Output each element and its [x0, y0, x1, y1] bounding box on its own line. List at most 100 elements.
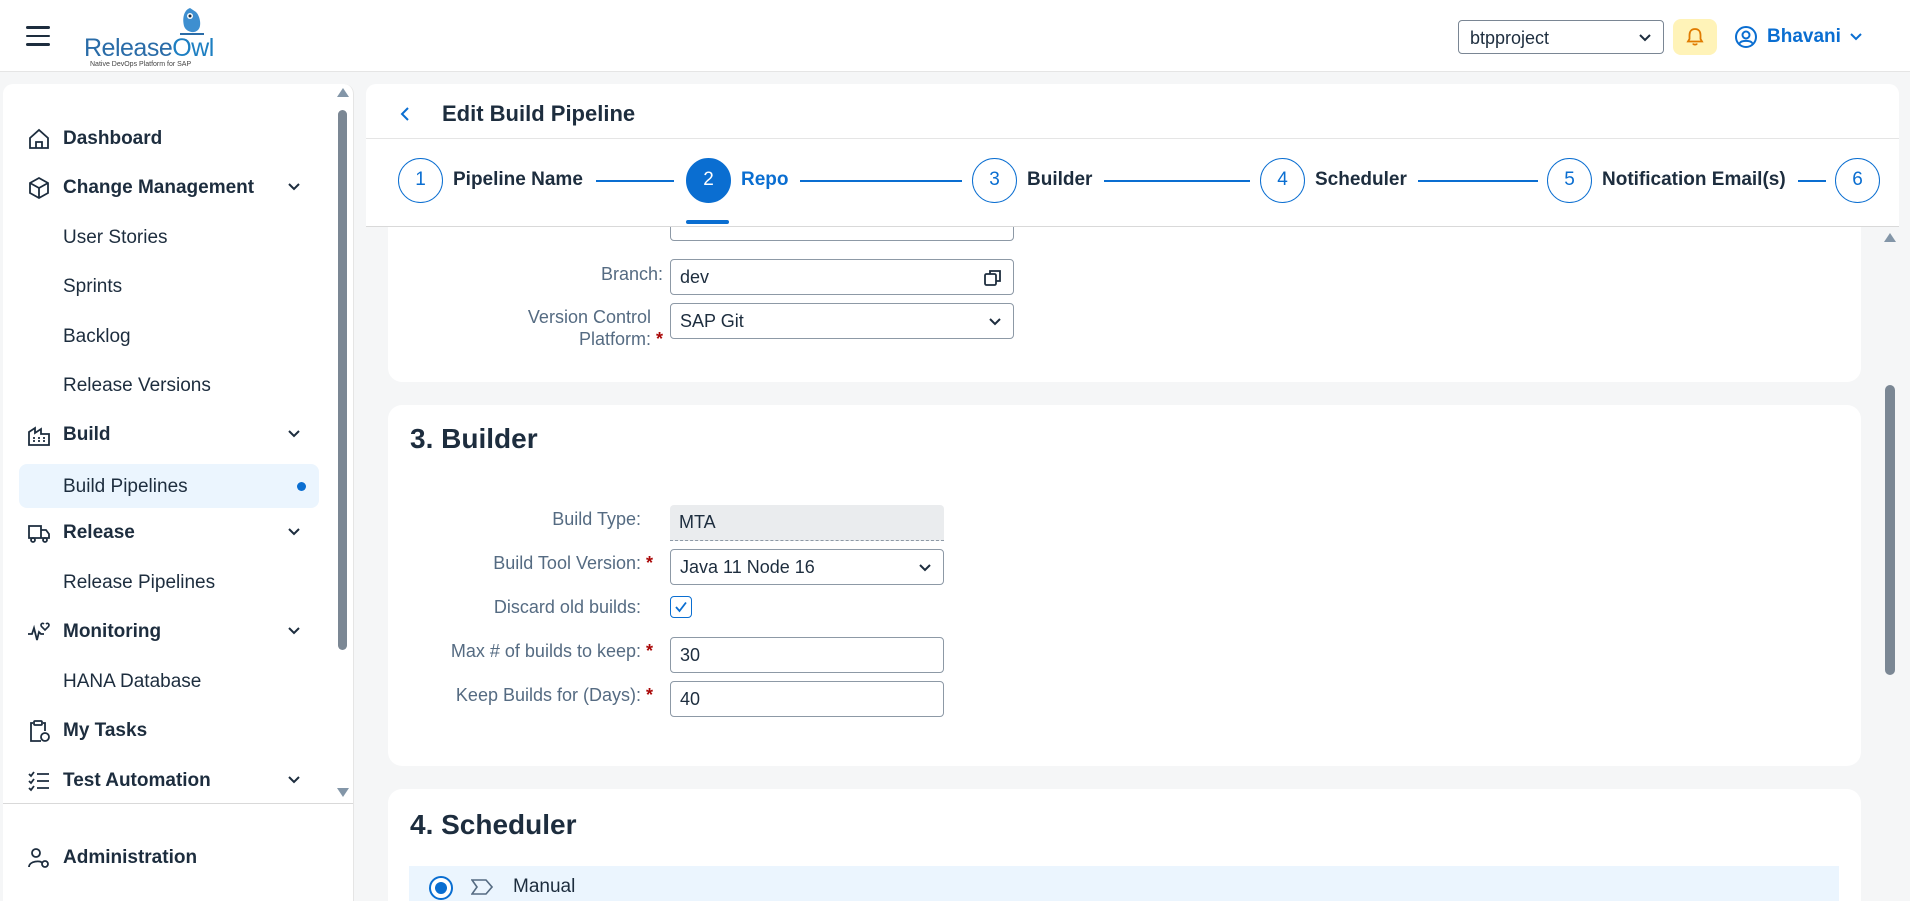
- manual-radio[interactable]: [429, 876, 453, 900]
- discard-old-builds-checkbox[interactable]: [670, 596, 692, 618]
- step-number: 5: [1547, 158, 1592, 203]
- branch-field[interactable]: dev: [670, 259, 1014, 295]
- sidebar-item-label: Monitoring: [63, 621, 162, 642]
- branch-label: Branch:: [600, 264, 663, 284]
- truck-icon: [28, 525, 50, 543]
- logo-tagline: Native DevOps Platform for SAP: [90, 61, 192, 68]
- user-name: Bhavani: [1767, 26, 1841, 47]
- step-connector: [1418, 180, 1538, 182]
- scroll-down-icon[interactable]: [337, 788, 349, 797]
- sidebar-item-monitoring[interactable]: Monitoring: [19, 609, 319, 653]
- factory-icon: [28, 426, 50, 446]
- version-control-platform-select[interactable]: SAP Git: [670, 303, 1014, 339]
- step-connector: [800, 180, 962, 182]
- logo: ReleaseOwl Native DevOps Platform for SA…: [82, 4, 214, 68]
- max-builds-label-wrap: Max # of builds to keep: *: [388, 641, 653, 665]
- sidebar-item-label: Build Pipelines: [63, 476, 188, 497]
- chevron-down-icon[interactable]: [287, 180, 301, 194]
- branch-label-wrap: Branch:: [388, 262, 663, 286]
- project-select-value: btpproject: [1470, 28, 1550, 48]
- form-content: Branch: dev Version Control Platform: * …: [366, 227, 1899, 901]
- chevron-down-icon: [919, 564, 931, 572]
- sidebar-item-label: Release Versions: [63, 375, 211, 396]
- notifications-button[interactable]: [1673, 19, 1717, 55]
- user-menu[interactable]: Bhavani: [1734, 20, 1864, 54]
- sidebar-item-dashboard[interactable]: Dashboard: [19, 116, 319, 160]
- sidebar-item-label: Build: [63, 424, 111, 445]
- builder-section-title: 3. Builder: [410, 423, 538, 454]
- sidebar-item-label: My Tasks: [63, 720, 148, 741]
- checklist-icon: [28, 771, 49, 792]
- keep-builds-days-input[interactable]: 40: [670, 681, 944, 717]
- sidebar-item-hana-database[interactable]: HANA Database: [19, 659, 319, 703]
- sidebar-item-sprints[interactable]: Sprints: [19, 264, 319, 308]
- sidebar-item-release-versions[interactable]: Release Versions: [19, 363, 319, 407]
- scrollbar-thumb[interactable]: [1885, 385, 1895, 675]
- menu-icon[interactable]: [26, 26, 50, 46]
- sidebar: Dashboard Change Management User Stories…: [3, 84, 354, 901]
- back-button[interactable]: [390, 98, 422, 130]
- max-builds-label: Max # of builds to keep:: [450, 641, 641, 661]
- bell-icon: [1686, 28, 1704, 46]
- sidebar-item-change-management[interactable]: Change Management: [19, 165, 319, 209]
- sidebar-divider: [3, 803, 353, 804]
- step-label: Pipeline Name: [453, 169, 583, 190]
- sidebar-item-label: Test Automation: [63, 770, 211, 791]
- build-tool-version-select[interactable]: Java 11 Node 16: [670, 549, 944, 585]
- scheduler-option-manual[interactable]: Manual: [409, 866, 1839, 901]
- step-label: Repo: [741, 169, 789, 190]
- repo-section-card: Branch: dev Version Control Platform: * …: [388, 227, 1861, 382]
- chevron-down-icon[interactable]: [287, 624, 301, 638]
- vcp-label-wrap: Version Control Platform: *: [388, 307, 663, 353]
- sidebar-item-release[interactable]: Release: [19, 510, 319, 554]
- vcp-value: SAP Git: [680, 311, 744, 331]
- wizard-progress: 1 Pipeline Name 2 Repo 3 Builder 4 Sched…: [366, 139, 1899, 227]
- logo-text: ReleaseOwl: [84, 34, 214, 62]
- chevron-down-icon: [989, 318, 1001, 326]
- keep-days-label-wrap: Keep Builds for (Days): *: [388, 685, 653, 709]
- sidebar-item-release-pipelines[interactable]: Release Pipelines: [19, 560, 319, 604]
- page-title: Edit Build Pipeline: [442, 101, 636, 126]
- sidebar-item-label: User Stories: [63, 227, 168, 248]
- scheduler-section-title: 4. Scheduler: [410, 809, 577, 840]
- chevron-left-icon: [400, 107, 409, 121]
- branch-value: dev: [680, 267, 710, 287]
- max-builds-input[interactable]: 30: [670, 637, 944, 673]
- scroll-up-icon[interactable]: [1884, 233, 1896, 242]
- checkmark-icon: [675, 601, 687, 613]
- vcp-label-line2: Platform:: [578, 329, 651, 349]
- chevron-down-icon: [1850, 33, 1862, 41]
- required-marker: *: [645, 553, 653, 573]
- sidebar-item-label: Administration: [63, 847, 198, 868]
- sidebar-item-label: HANA Database: [63, 671, 202, 692]
- project-select[interactable]: btpproject: [1458, 20, 1664, 54]
- sidebar-item-my-tasks[interactable]: My Tasks: [19, 708, 319, 752]
- required-marker: *: [645, 641, 653, 661]
- manual-label: Manual: [513, 876, 576, 897]
- sidebar-item-build-pipelines[interactable]: Build Pipelines: [19, 464, 319, 508]
- sidebar-item-label: Release Pipelines: [63, 572, 216, 593]
- step-number: 2: [686, 158, 731, 203]
- chevron-down-icon[interactable]: [287, 773, 301, 787]
- sidebar-item-user-stories[interactable]: User Stories: [19, 215, 319, 259]
- chevron-down-icon: [1639, 34, 1651, 42]
- step-label: Builder: [1027, 169, 1093, 190]
- sidebar-item-build[interactable]: Build: [19, 412, 319, 456]
- keep-days-label: Keep Builds for (Days):: [455, 685, 641, 705]
- build-type-value: MTA: [679, 512, 716, 532]
- step-number: 1: [398, 158, 443, 203]
- chevron-down-icon[interactable]: [287, 525, 301, 539]
- copy-icon[interactable]: [983, 268, 1003, 288]
- main-scrollbar[interactable]: [1882, 230, 1898, 901]
- scrollbar-thumb[interactable]: [338, 110, 347, 650]
- sidebar-item-backlog[interactable]: Backlog: [19, 314, 319, 358]
- sidebar-item-administration[interactable]: Administration: [19, 835, 319, 879]
- sidebar-scrollbar[interactable]: [335, 88, 349, 798]
- step-connector: [1798, 180, 1826, 182]
- sidebar-item-label: Backlog: [63, 326, 131, 347]
- step-number: 6: [1835, 158, 1880, 203]
- scroll-up-icon[interactable]: [337, 88, 349, 97]
- chevron-down-icon[interactable]: [287, 427, 301, 441]
- sidebar-item-test-automation[interactable]: Test Automation: [19, 758, 319, 802]
- repo-url-field[interactable]: [670, 227, 1014, 241]
